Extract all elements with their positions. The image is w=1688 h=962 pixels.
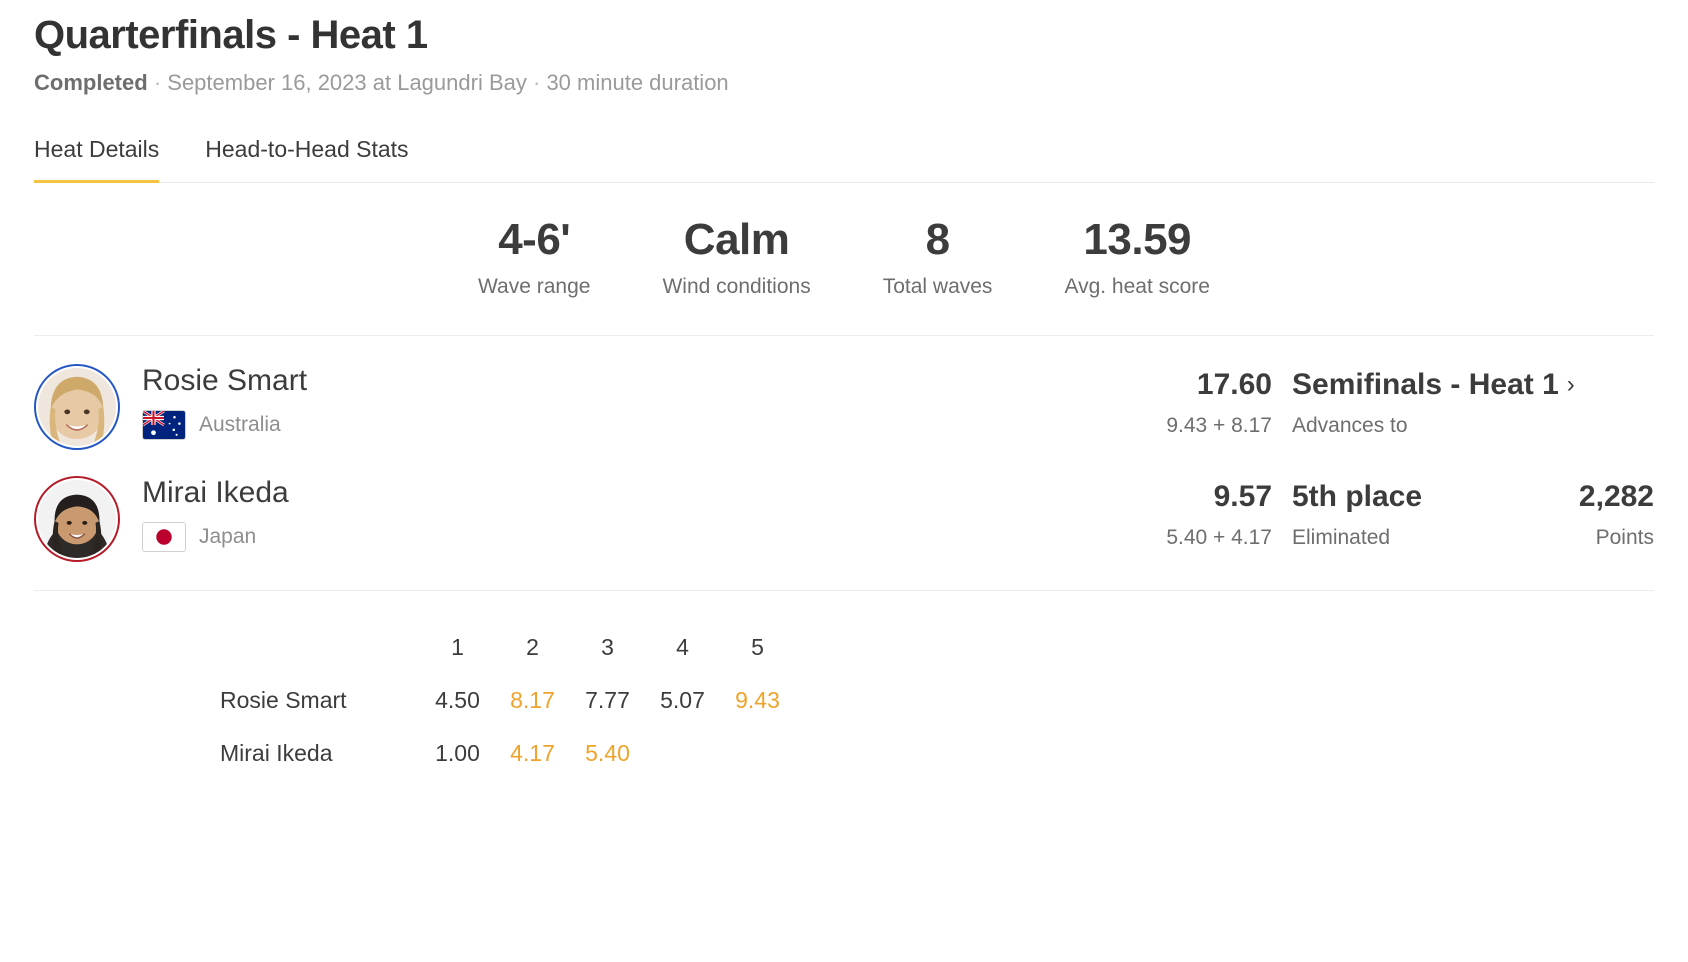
stat-wind-conditions-label: Wind conditions [662, 274, 811, 298]
athlete-score-breakdown: 5.40 + 4.17 [1166, 526, 1272, 550]
heat-detail-page: Quarterfinals - Heat 1 Completed · Septe… [0, 12, 1688, 780]
subtitle-separator-1: · [153, 70, 162, 95]
athlete-placement: 5th place [1292, 479, 1423, 513]
subtitle-separator-2: · [532, 70, 541, 95]
athlete-country: Japan [142, 522, 782, 553]
wave-score-cell: 4.17 [510, 739, 555, 766]
stat-avg-heat-score-value: 13.59 [1083, 215, 1192, 265]
athlete-scores: 9.57 5.40 + 4.17 5th place Eliminated 2,… [1092, 472, 1654, 551]
athlete-points-value: 2,282 [1578, 479, 1654, 513]
wave-row-athlete-name: Rosie Smart [220, 686, 347, 713]
athlete-country-name: Australia [199, 413, 281, 437]
athlete-total-score: 17.60 [1196, 367, 1272, 401]
athlete-row[interactable]: Rosie Smart Australia 17.60 9.43 + 8.17 … [34, 352, 1654, 464]
athlete-total-column: 9.57 5.40 + 4.17 [1092, 480, 1272, 551]
japan-flag-icon [142, 522, 186, 553]
heat-date-location: September 16, 2023 at Lagundri Bay [167, 70, 527, 95]
page-title: Quarterfinals - Heat 1 [34, 13, 428, 57]
stat-wind-conditions-value: Calm [683, 215, 790, 265]
athlete-info: Rosie Smart Australia [142, 360, 782, 441]
athlete-scores: 17.60 9.43 + 8.17 Semifinals - Heat 1 › … [1092, 360, 1654, 439]
table-row: Rosie Smart 4.50 8.17 7.77 5.07 9.43 [220, 674, 795, 727]
athlete-total-column: 17.60 9.43 + 8.17 [1092, 368, 1272, 439]
wave-score-cell: 8.17 [510, 686, 555, 713]
australia-flag-icon [142, 410, 186, 441]
heat-stats-strip: 4-6' Wave range Calm Wind conditions 8 T… [34, 183, 1654, 336]
athlete-status-column: 5th place Eliminated [1272, 480, 1524, 551]
athlete-points-label: Points [1595, 526, 1654, 550]
athlete-status-column[interactable]: Semifinals - Heat 1 › Advances to [1272, 368, 1575, 439]
wave-scores-section: 1 2 3 4 5 Rosie Smart 4.50 8.17 7.77 5.0… [34, 591, 1654, 780]
athlete-total-score: 9.57 [1213, 479, 1272, 513]
athlete-name: Rosie Smart [142, 363, 308, 397]
athlete-name: Mirai Ikeda [142, 475, 289, 509]
table-row: Mirai Ikeda 1.00 4.17 5.40 [220, 727, 795, 780]
avatar-ring [34, 475, 120, 562]
athlete-next-heat-link[interactable]: Semifinals - Heat 1 [1292, 368, 1559, 403]
wave-score-cell: 7.77 [585, 686, 630, 713]
wave-column-header-1: 1 [451, 633, 464, 660]
athlete-status-sub: Eliminated [1292, 526, 1391, 550]
athlete-status-line[interactable]: Semifinals - Heat 1 › [1292, 368, 1575, 403]
athlete-row[interactable]: Mirai Ikeda Japan 9.57 5.40 + 4.17 5th p… [34, 464, 1654, 576]
wave-score-cell: 4.50 [435, 686, 480, 713]
stat-total-waves-value: 8 [925, 215, 950, 265]
heat-status-text: Completed [34, 70, 148, 95]
stat-wave-range: 4-6' Wave range [442, 217, 626, 298]
athlete-info: Mirai Ikeda Japan [142, 472, 782, 553]
wave-score-cell: 5.40 [585, 739, 630, 766]
wave-score-cell: 9.43 [735, 686, 780, 713]
heat-duration: 30 minute duration [546, 70, 729, 95]
wave-score-cell: 5.07 [660, 686, 705, 713]
tab-bar: Heat Details Head-to-Head Stats [34, 136, 1654, 184]
athlete-status-sub: Advances to [1292, 414, 1408, 438]
stat-avg-heat-score: 13.59 Avg. heat score [1028, 217, 1246, 298]
athlete-points-column [1524, 368, 1654, 380]
stat-wind-conditions: Calm Wind conditions [626, 217, 846, 298]
wave-table-name-header [220, 621, 420, 674]
stat-total-waves-label: Total waves [882, 274, 993, 298]
stat-wave-range-value: 4-6' [498, 215, 571, 265]
avatar [38, 367, 116, 446]
wave-column-header-4: 4 [676, 633, 689, 660]
athlete-status-line: 5th place [1292, 480, 1524, 515]
athlete-results-list: Rosie Smart Australia 17.60 9.43 + 8.17 … [34, 336, 1654, 591]
stat-total-waves: 8 Total waves [847, 217, 1029, 298]
athlete-score-breakdown: 9.43 + 8.17 [1166, 414, 1272, 438]
athlete-points-column: 2,282 Points [1524, 480, 1654, 551]
avatar-ring [34, 363, 120, 450]
heat-subtitle: Completed · September 16, 2023 at Lagund… [34, 70, 1654, 96]
wave-score-cell: 1.00 [435, 739, 480, 766]
wave-score-cell [645, 727, 720, 780]
wave-column-header-3: 3 [601, 633, 614, 660]
stat-avg-heat-score-label: Avg. heat score [1064, 274, 1210, 298]
wave-table-header-row: 1 2 3 4 5 [220, 621, 795, 674]
athlete-country: Australia [142, 410, 782, 441]
wave-column-header-5: 5 [751, 633, 764, 660]
wave-row-athlete-name: Mirai Ikeda [220, 739, 333, 766]
stat-wave-range-label: Wave range [478, 274, 591, 298]
tab-head-to-head-stats[interactable]: Head-to-Head Stats [205, 136, 408, 182]
wave-column-header-2: 2 [526, 633, 539, 660]
wave-score-cell [720, 727, 795, 780]
tab-heat-details[interactable]: Heat Details [34, 136, 160, 184]
avatar [38, 479, 116, 558]
athlete-country-name: Japan [199, 525, 257, 549]
wave-scores-table: 1 2 3 4 5 Rosie Smart 4.50 8.17 7.77 5.0… [220, 621, 795, 780]
